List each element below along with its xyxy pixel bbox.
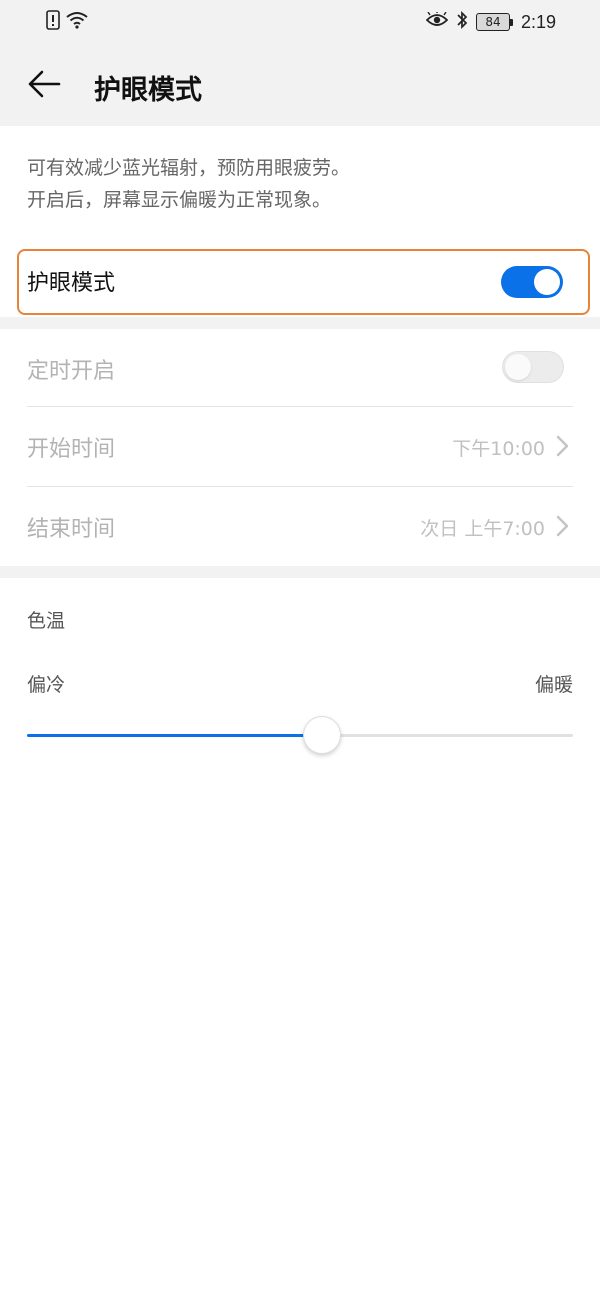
timer-label: 定时开启 [27,359,116,384]
slider-thumb[interactable] [302,716,341,754]
switch-knob [505,354,531,380]
slider-fill [27,734,322,737]
start-time-value: 下午10:00 [452,438,545,460]
switch-knob [534,269,560,295]
back-arrow-icon [27,69,61,103]
end-time-value: 次日 上午7:00 [420,518,545,540]
warm-label: 偏暖 [534,674,573,696]
end-time-row[interactable]: 结束时间 次日 上午7:00 [27,487,573,565]
back-button[interactable] [22,64,66,108]
wifi-icon [66,11,88,33]
color-temperature-slider[interactable] [27,715,573,755]
eye-icon [425,10,449,32]
eye-comfort-label: 护眼模式 [27,271,116,296]
status-right: 84 2:19 [425,8,556,36]
start-time-row[interactable]: 开始时间 下午10:00 [27,407,573,485]
header: 护眼模式 [0,44,600,126]
bluetooth-icon [456,10,468,34]
start-time-label: 开始时间 [27,437,116,462]
eye-comfort-switch[interactable] [501,266,563,298]
section-divider [0,317,600,329]
cool-label: 偏冷 [27,674,66,696]
chevron-right-icon [555,434,571,458]
eye-comfort-row[interactable]: 护眼模式 [17,249,590,315]
description-line-1: 可有效减少蓝光辐射，预防用眼疲劳。 [27,157,351,179]
battery-indicator: 84 [475,13,513,31]
color-temperature-title: 色温 [27,610,66,632]
page-title: 护眼模式 [94,75,202,106]
battery-tip [509,18,513,26]
alert-sim-icon [46,10,60,34]
description-line-2: 开启后，屏幕显示偏暖为正常现象。 [27,189,332,211]
section-divider [0,566,600,578]
description: 可有效减少蓝光辐射，预防用眼疲劳。 开启后，屏幕显示偏暖为正常现象。 [27,152,577,216]
timer-switch[interactable] [502,351,564,383]
status-left [46,10,88,34]
timer-row[interactable]: 定时开启 [27,329,573,407]
chevron-right-icon [555,514,571,538]
end-time-label: 结束时间 [27,517,116,542]
status-bar: 84 2:19 [0,0,600,44]
battery-level: 84 [475,13,510,31]
clock: 2:19 [520,11,556,32]
